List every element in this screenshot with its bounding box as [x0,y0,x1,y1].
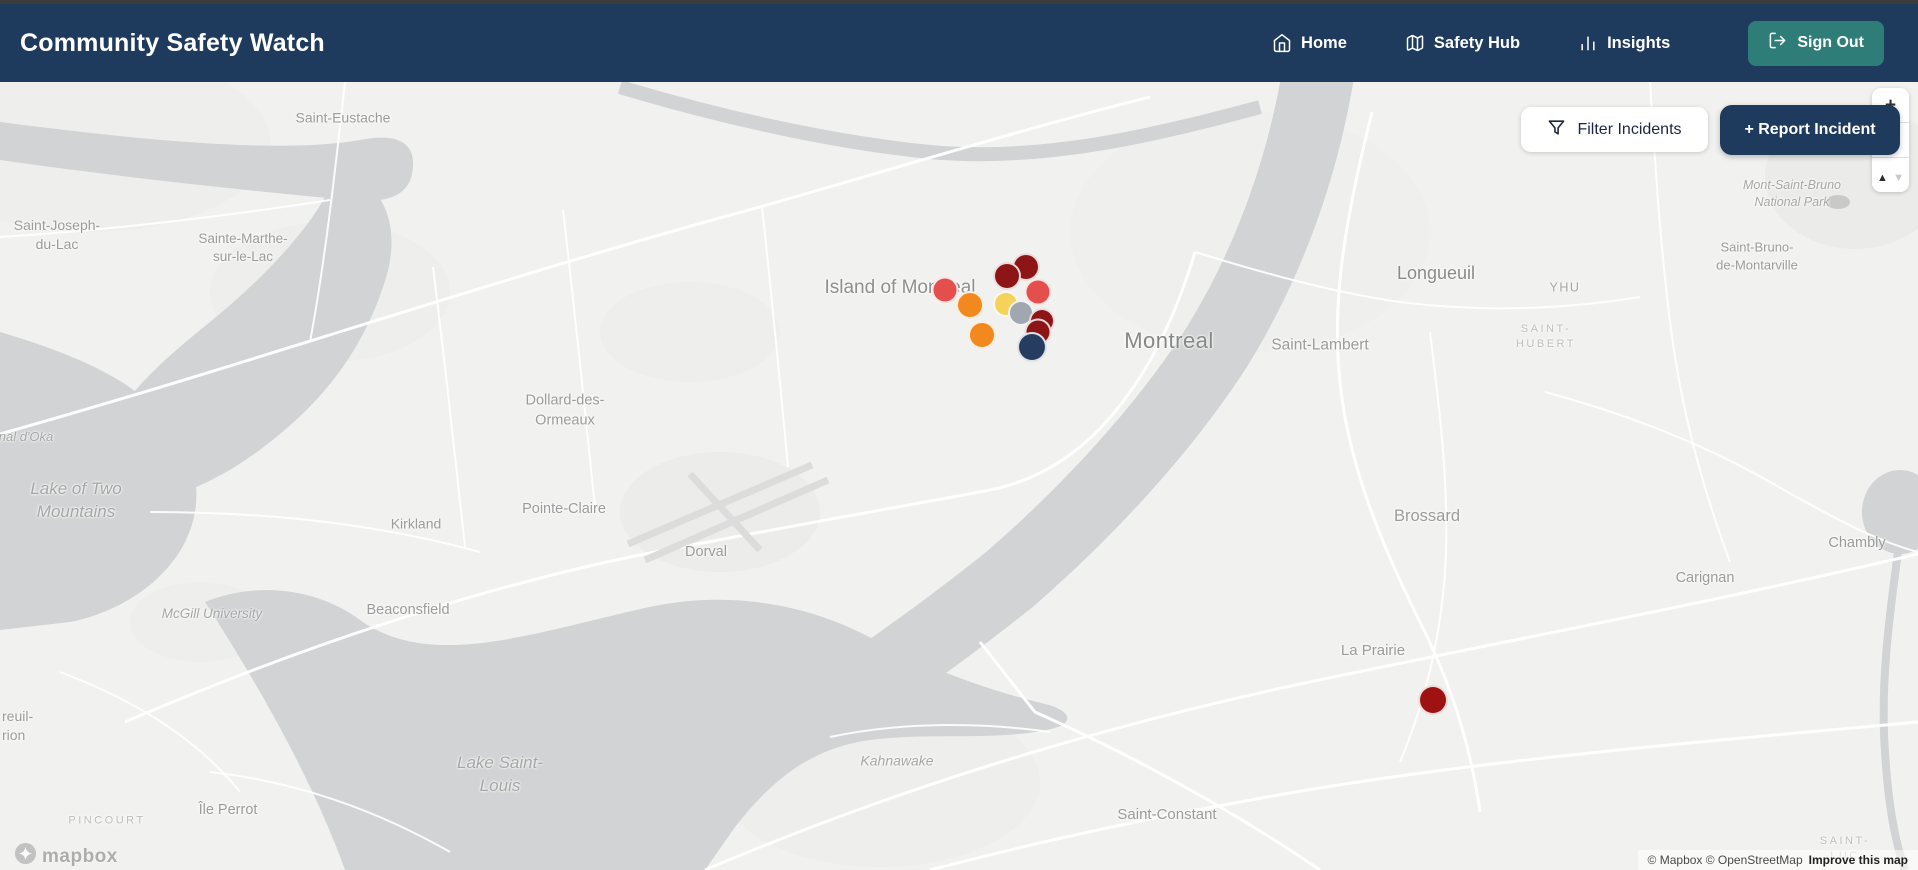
app-header: Community Safety Watch Home Safety Hub I… [0,4,1918,82]
filter-incidents-label: Filter Incidents [1577,120,1682,138]
pitch-up-icon: ▲ [1876,171,1888,184]
incident-marker[interactable] [1418,685,1448,715]
mapbox-wordmark: mapbox [42,845,118,867]
report-incident-button[interactable]: + Report Incident [1720,105,1900,155]
report-incident-label: + Report Incident [1744,121,1876,138]
mapbox-logo[interactable]: mapbox [14,842,118,870]
sign-out-button[interactable]: Sign Out [1748,20,1884,66]
map-attribution: © Mapbox © OpenStreetMap Improve this ma… [1637,850,1918,870]
incident-marker[interactable] [993,262,1021,290]
home-icon [1272,33,1292,53]
incident-marker[interactable] [931,276,959,304]
funnel-icon [1547,118,1566,142]
pitch-down-icon: ▼ [1893,171,1905,184]
nav-safety-hub-label: Safety Hub [1433,33,1521,52]
sign-out-label: Sign Out [1797,34,1864,51]
nav-home-label: Home [1301,33,1347,52]
map-canvas[interactable]: Saint-Eustache Saint-Joseph- du-Lac Sainte… [0,82,1918,870]
nav-insights-label: Insights [1607,33,1671,52]
map-icon [1405,33,1425,53]
bar-chart-icon [1578,33,1598,53]
attribution-text: © Mapbox © OpenStreetMap [1647,853,1803,867]
improve-map-link[interactable]: Improve this map [1809,853,1908,867]
pitch-control[interactable]: ▲ ▼ [1872,158,1909,192]
map-base-layer [0,82,1918,870]
app-title: Community Safety Watch [20,28,325,57]
incident-marker[interactable] [968,321,996,349]
nav-insights[interactable]: Insights [1578,33,1670,53]
nav-safety-hub[interactable]: Safety Hub [1405,33,1520,53]
logout-icon [1768,31,1787,55]
incident-marker[interactable] [956,291,984,319]
nav-home[interactable]: Home [1272,33,1347,53]
main-nav: Home Safety Hub Insights Sign Out [1272,20,1884,66]
filter-incidents-button[interactable]: Filter Incidents [1521,107,1708,152]
mapbox-logo-icon [14,842,37,870]
incident-marker[interactable] [1017,332,1047,362]
